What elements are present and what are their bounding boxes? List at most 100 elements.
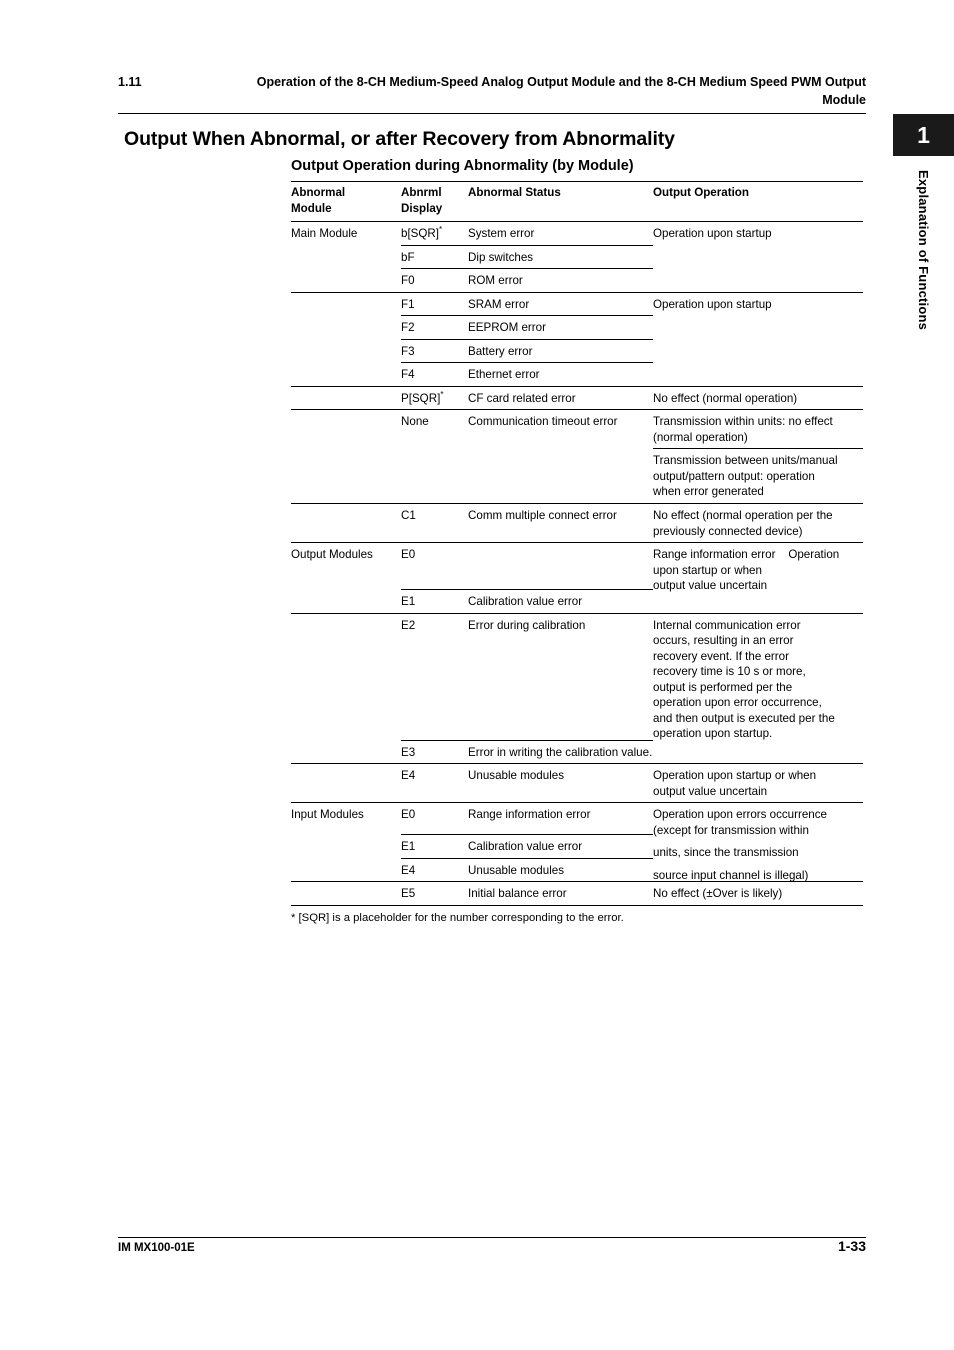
cell-display: E3: [401, 745, 416, 759]
table-row: F3 Battery error: [291, 340, 863, 363]
cell-status: Communication timeout error: [468, 415, 618, 429]
cell-output-spacer: [653, 803, 863, 834]
cell-module: Input Modules: [291, 808, 364, 822]
cell-status: Initial balance error: [468, 887, 567, 901]
table-row: E5 Initial balance error No effect (±Ove…: [291, 882, 863, 905]
cell-module: [291, 269, 401, 292]
footer-page-number: 1-33: [837, 1238, 866, 1254]
cell-output: No effect (normal operation per the prev…: [653, 508, 833, 538]
cell-module: [291, 741, 401, 764]
cell-output: Operation upon startup or when output va…: [653, 769, 817, 798]
table-row: Output Modules E0: [291, 543, 863, 589]
group-output-modules: Range information error Operation upon s…: [291, 543, 863, 802]
cell-module: Output Modules: [291, 548, 373, 562]
cell-display: E4: [401, 863, 416, 877]
abnormality-table: Abnormal Module Abnrml Display Abnormal …: [291, 181, 863, 926]
cell-status: Calibration value error: [468, 595, 583, 609]
cell-display: E2: [401, 618, 416, 632]
cell-output-spacer: [653, 590, 863, 613]
cell-module: [291, 387, 401, 410]
table-row: F0 ROM error: [291, 269, 863, 292]
header-output-operation: Output Operation: [653, 186, 749, 199]
running-head: 1.11 Operation of the 8-CH Medium-Speed …: [118, 74, 866, 114]
table-row: P[SQR]* CF card related error No effect …: [291, 387, 863, 410]
cell-display: bF: [401, 250, 415, 264]
group-main-module: Operation upon startup Main Module b[SQR…: [291, 222, 863, 542]
cell-display: F3: [401, 344, 415, 358]
cell-output: Transmission between units/manual output…: [653, 454, 838, 499]
table-row: E1 Calibration value error: [291, 590, 863, 613]
cell-output-spacer: [653, 741, 863, 764]
cell-status: Dip switches: [468, 250, 534, 264]
cell-display: E1: [401, 840, 416, 854]
cell-output-spacer: [653, 614, 863, 740]
cell-module: [291, 882, 401, 905]
cell-display: b[SQR]*: [401, 225, 443, 241]
cell-status: Error during calibration: [468, 618, 586, 632]
table-row: E3 Error in writing the calibration valu…: [291, 741, 863, 764]
footer-manual-id: IM MX100-01E: [118, 1242, 195, 1254]
table-row: bF Dip switches: [291, 246, 863, 269]
cell-module: [291, 614, 401, 740]
table-row: E4 Unusable modules Operation upon start…: [291, 764, 863, 802]
cell-module: [291, 764, 401, 802]
cell-status: System error: [468, 227, 535, 241]
chapter-tab: 1 Explanation of Functions: [893, 114, 954, 335]
table-row: F4 Ethernet error: [291, 363, 863, 386]
cell-module: [291, 859, 401, 882]
header-abnormal-module: Abnormal Module: [291, 186, 346, 215]
cell-module: [291, 316, 401, 339]
table-row: C1 Comm multiple connect error No effect…: [291, 504, 863, 542]
cell-status: [468, 543, 653, 589]
cell-status: Battery error: [468, 344, 533, 358]
cell-output-spacer: [653, 246, 863, 269]
cell-status: CF card related error: [468, 391, 576, 405]
cell-status: [468, 449, 653, 503]
cell-module: Main Module: [291, 227, 358, 241]
cell-display: F2: [401, 321, 415, 335]
cell-module: [291, 835, 401, 858]
header-abnrml-display: Abnrml Display: [401, 186, 443, 215]
cell-output-spacer: [653, 269, 863, 292]
cell-status: Range information error: [468, 808, 591, 822]
cell-output-spacer: [653, 222, 863, 245]
cell-module: [291, 246, 401, 269]
cell-display: F0: [401, 274, 415, 288]
running-head-title: Operation of the 8-CH Medium-Speed Analo…: [256, 75, 866, 89]
cell-status: Calibration value error: [468, 840, 583, 854]
table-header-row: Abnormal Module Abnrml Display Abnormal …: [291, 182, 863, 221]
table-row: E1 Calibration value error: [291, 835, 863, 858]
cell-status: EEPROM error: [468, 321, 546, 335]
cell-module: [291, 449, 401, 503]
cell-status: SRAM error: [468, 297, 530, 311]
chapter-tab-label: Explanation of Functions: [916, 170, 931, 331]
cell-display: P[SQR]*: [401, 389, 444, 405]
chapter-number-badge: 1: [893, 114, 954, 156]
footer-rule: [118, 1237, 866, 1238]
table-row: Input Modules E0 Range information error: [291, 803, 863, 834]
table-row: None Communication timeout error Transmi…: [291, 410, 863, 448]
cell-output: No effect (normal operation): [653, 391, 798, 405]
cell-display: F4: [401, 368, 415, 382]
table-row: F2 EEPROM error: [291, 316, 863, 339]
footnote-marker: *: [439, 225, 443, 235]
cell-display: [401, 449, 468, 503]
table-row: E4 Unusable modules: [291, 859, 863, 882]
cell-status: Ethernet error: [468, 368, 540, 382]
cell-output-spacer: [653, 859, 863, 882]
section-title: Output When Abnormal, or after Recovery …: [124, 128, 675, 150]
cell-status: Error in writing the calibration value.: [468, 745, 653, 759]
cell-display: E0: [401, 808, 416, 822]
group-input-modules: Operation upon errors occurrence (except…: [291, 803, 863, 905]
cell-module: [291, 293, 401, 316]
cell-display: E0: [401, 548, 416, 562]
cell-output-spacer: [653, 543, 863, 589]
cell-status: ROM error: [468, 274, 523, 288]
cell-output-spacer: [653, 835, 863, 858]
cell-output: Transmission within units: no effect (no…: [653, 415, 833, 444]
cell-module: [291, 340, 401, 363]
table-row: F1 SRAM error: [291, 293, 863, 316]
cell-module: [291, 410, 401, 448]
cell-display: C1: [401, 508, 416, 522]
running-head-rule: [118, 112, 866, 114]
